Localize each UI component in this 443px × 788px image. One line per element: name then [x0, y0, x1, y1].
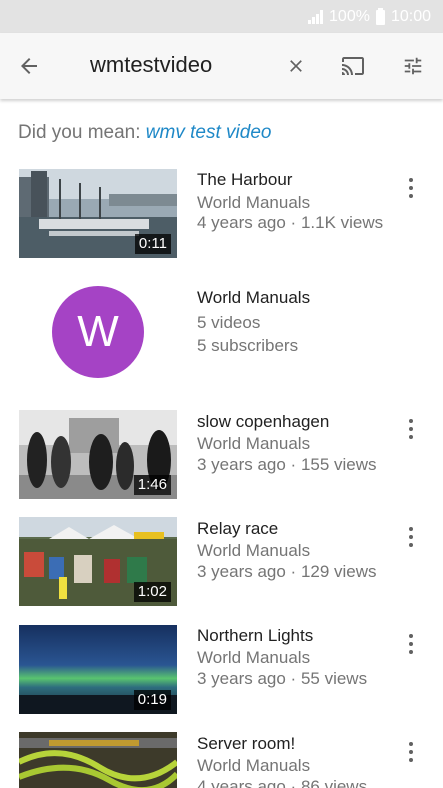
channel-video-count: 5 videos	[197, 313, 261, 332]
suggestion-prefix: Did you mean:	[18, 122, 146, 143]
status-bar: 100% 10:00	[0, 0, 443, 33]
filter-icon[interactable]	[399, 52, 427, 80]
video-title: slow copenhagen	[197, 412, 330, 431]
video-title: The Harbour	[197, 170, 293, 189]
video-thumbnail[interactable]: 1:02	[19, 517, 177, 606]
more-vert-icon[interactable]	[406, 527, 416, 549]
video-result[interactable]: Server room! World Manuals 4 years ago ·…	[0, 732, 443, 788]
video-channel: World Manuals	[197, 756, 311, 775]
video-channel: World Manuals	[197, 541, 311, 560]
video-meta: 3 years ago · 55 views	[197, 669, 368, 688]
back-arrow-icon[interactable]	[14, 52, 44, 80]
video-result[interactable]: 0:19 Northern Lights World Manuals 3 yea…	[0, 624, 443, 714]
more-vert-icon[interactable]	[406, 178, 416, 200]
video-thumbnail[interactable]: 0:19	[19, 625, 177, 714]
status-right: 100% 10:00	[308, 6, 431, 28]
video-title: Relay race	[197, 519, 279, 538]
search-query[interactable]: wmtestvideo	[90, 52, 212, 78]
video-duration: 1:46	[133, 475, 171, 495]
search-bar: wmtestvideo	[0, 33, 443, 99]
channel-subscriber-count: 5 subscribers	[197, 336, 299, 355]
battery-icon	[375, 7, 385, 25]
suggestion-link[interactable]: wmv test video	[146, 122, 272, 143]
battery-percent: 100%	[329, 8, 370, 25]
video-duration: 0:11	[134, 234, 171, 254]
status-time: 10:00	[390, 8, 431, 25]
video-result[interactable]: 0:11 The Harbour World Manuals 4 years a…	[0, 168, 443, 258]
video-channel: World Manuals	[197, 648, 311, 667]
video-meta: 3 years ago · 155 views	[197, 455, 377, 474]
clear-icon[interactable]	[283, 53, 309, 79]
more-vert-icon[interactable]	[406, 419, 416, 441]
video-result[interactable]: 1:02 Relay race World Manuals 3 years ag…	[0, 517, 443, 607]
video-channel: World Manuals	[197, 434, 311, 453]
video-meta: 4 years ago · 86 views	[197, 777, 368, 788]
video-channel: World Manuals	[197, 193, 311, 212]
channel-avatar[interactable]: W	[52, 286, 144, 378]
did-you-mean: Did you mean: wmv test video	[18, 122, 271, 144]
channel-result[interactable]: W World Manuals 5 videos 5 subscribers	[0, 285, 443, 385]
video-duration: 0:19	[133, 690, 171, 710]
video-title: Northern Lights	[197, 626, 314, 645]
channel-name: World Manuals	[197, 288, 311, 307]
video-meta: 4 years ago · 1.1K views	[197, 213, 384, 232]
video-thumbnail[interactable]	[19, 732, 177, 788]
video-title: Server room!	[197, 734, 296, 753]
video-result[interactable]: 1:46 slow copenhagen World Manuals 3 yea…	[0, 409, 443, 499]
video-meta: 3 years ago · 129 views	[197, 562, 377, 581]
more-vert-icon[interactable]	[406, 742, 416, 764]
cast-icon[interactable]	[337, 52, 369, 80]
video-thumbnail[interactable]: 0:11	[19, 169, 177, 258]
video-duration: 1:02	[133, 582, 171, 602]
more-vert-icon[interactable]	[406, 634, 416, 656]
signal-icon	[308, 10, 324, 24]
video-thumbnail[interactable]: 1:46	[19, 410, 177, 499]
